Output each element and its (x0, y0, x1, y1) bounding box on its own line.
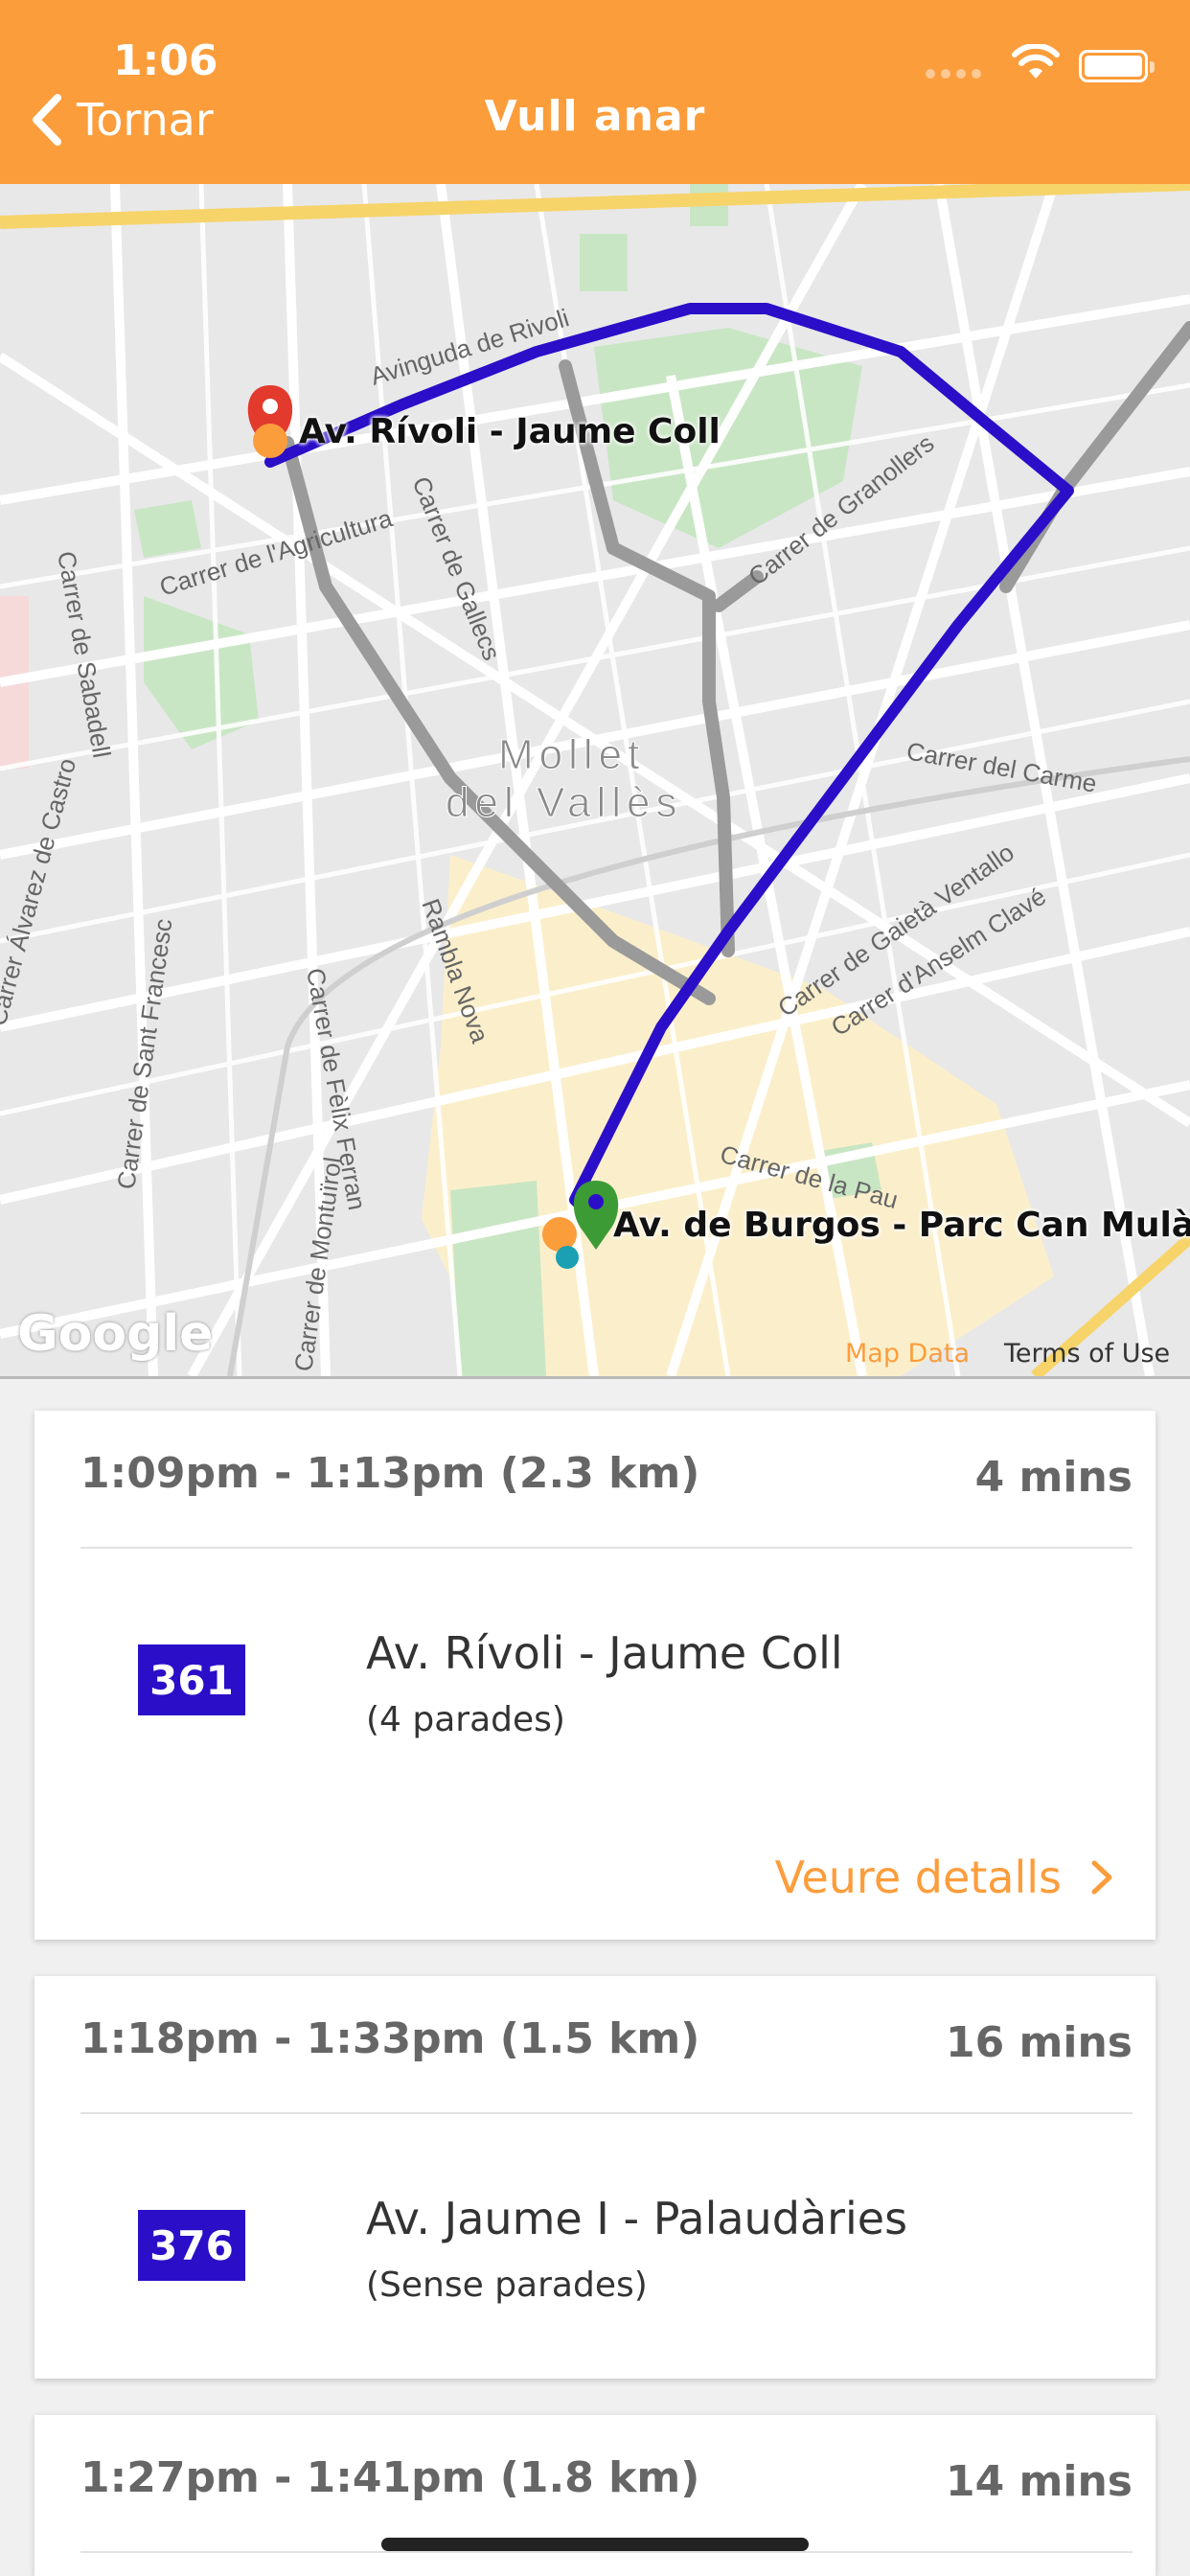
trip-stop-name: Av. Rívoli - Jaume Coll (366, 1627, 843, 1679)
map-canvas: Avinguda de Rivoli Carrer de l'Agricultu… (0, 184, 1190, 1376)
trip-card-header: 1:09pm - 1:13pm (2.3 km) 4 mins (80, 1411, 1133, 1549)
trip-time-range: 1:18pm - 1:33pm (1.5 km) (80, 2014, 700, 2063)
trip-card-header: 1:18pm - 1:33pm (1.5 km) 16 mins (80, 1976, 1133, 2114)
map-divider (0, 1376, 1190, 1379)
origin-pin-icon[interactable] (247, 385, 293, 458)
battery-icon (1079, 50, 1155, 82)
status-time: 1:06 (113, 36, 218, 85)
google-logo: Google (17, 1305, 214, 1363)
origin-label: Av. Rívoli - Jaume Coll (299, 412, 721, 451)
trip-card[interactable]: 1:09pm - 1:13pm (2.3 km) 4 mins 361 Av. … (34, 1411, 1156, 1940)
trip-duration: 16 mins (946, 2018, 1133, 2067)
line-badge: 361 (138, 1644, 245, 1715)
status-icons (904, 38, 1173, 84)
trip-card-header: 1:27pm - 1:41pm (1.8 km) 14 mins (80, 2415, 1133, 2553)
view-details-label: Veure detalls (774, 1852, 1062, 1903)
destination-label: Av. de Burgos - Parc Can Mulà (613, 1206, 1190, 1245)
trip-time-range: 1:27pm - 1:41pm (1.8 km) (80, 2453, 700, 2502)
trip-card[interactable]: 1:27pm - 1:41pm (1.8 km) 14 mins (34, 2415, 1156, 2576)
trip-time-range: 1:09pm - 1:13pm (2.3 km) (80, 1449, 700, 1498)
wifi-icon (1012, 44, 1060, 79)
town-label: Mollet (498, 731, 645, 778)
trip-stops-count: (Sense parades) (366, 2266, 648, 2305)
trip-duration: 14 mins (946, 2457, 1133, 2506)
terms-of-use-link[interactable]: Terms of Use (1004, 1339, 1170, 1368)
trip-duration: 4 mins (974, 1453, 1133, 1502)
line-badge: 376 (138, 2210, 245, 2281)
trip-stop-name: Av. Jaume I - Palaudàries (366, 2193, 908, 2244)
page-title: Vull anar (484, 92, 706, 141)
trip-stops-count: (4 parades) (366, 1700, 565, 1739)
town-label: del Vallès (446, 779, 683, 826)
trip-card[interactable]: 1:18pm - 1:33pm (1.5 km) 16 mins 376 Av.… (34, 1976, 1156, 2379)
home-indicator[interactable] (381, 2538, 809, 2551)
signal-icon (926, 69, 981, 79)
nav-bar: 1:06 Tornar Vull anar (0, 0, 1190, 184)
view-details-link[interactable]: Veure detalls (775, 1852, 1113, 1903)
chevron-right-icon (1091, 1860, 1112, 1895)
route-map[interactable]: Avinguda de Rivoli Carrer de l'Agricultu… (0, 184, 1190, 1376)
map-data-link[interactable]: Map Data (845, 1339, 970, 1368)
